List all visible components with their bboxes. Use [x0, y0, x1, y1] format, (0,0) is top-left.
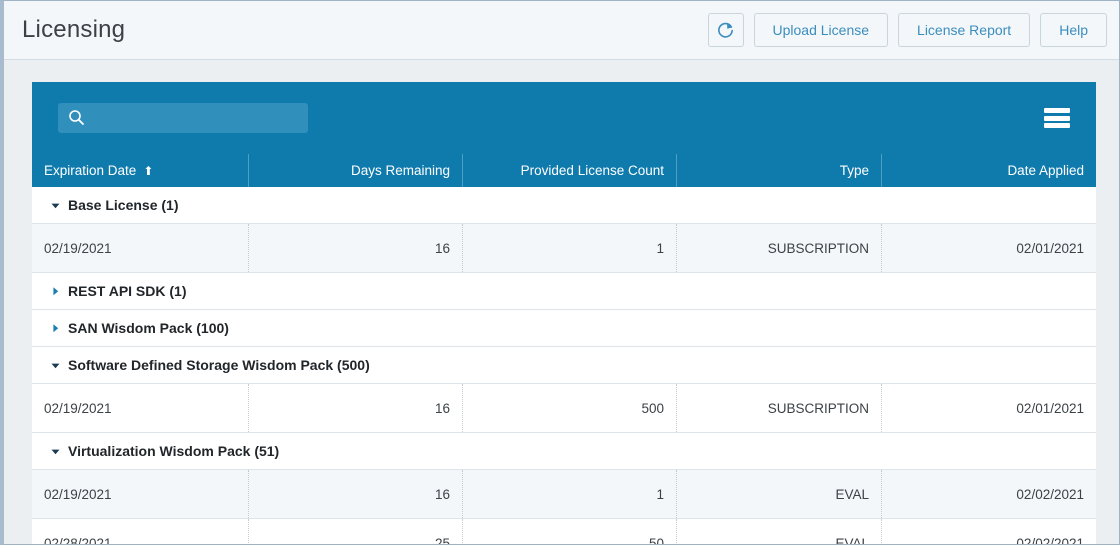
cell-type: SUBSCRIPTION	[677, 224, 882, 272]
cell-type: EVAL	[677, 470, 882, 518]
hamburger-bar-3	[1044, 123, 1070, 128]
chevron-down-icon[interactable]	[46, 356, 64, 374]
chevron-right-icon[interactable]	[46, 319, 64, 337]
license-report-button[interactable]: License Report	[898, 13, 1031, 47]
page-header: Licensing Upload License License Report …	[4, 1, 1119, 60]
cell-days-remaining: 25	[249, 519, 463, 544]
cell-type: EVAL	[677, 519, 882, 544]
cell-date-applied: 02/01/2021	[1016, 400, 1084, 416]
hamburger-menu-icon[interactable]	[1044, 108, 1070, 128]
group-row[interactable]: Base License (1)	[32, 187, 1096, 224]
cell-expiration-date: 02/19/2021	[32, 224, 249, 272]
cell-days-remaining: 16	[249, 224, 463, 272]
cell-expiration-date: 02/19/2021	[32, 384, 249, 432]
group-row-label: Software Defined Storage Wisdom Pack (50…	[68, 357, 370, 373]
column-header-label: Date Applied	[1007, 163, 1084, 178]
chevron-right-icon[interactable]	[46, 282, 64, 300]
hamburger-bar-2	[1044, 115, 1070, 121]
group-row[interactable]: REST API SDK (1)	[32, 273, 1096, 310]
cell-date-applied: 02/02/2021	[1016, 535, 1084, 545]
cell-license-count: 50	[463, 519, 677, 544]
page-title: Licensing	[22, 16, 126, 43]
cell-days-remaining: 16	[249, 384, 463, 432]
grid-toolbar	[32, 82, 1096, 154]
sort-ascending-icon: ⬆	[143, 163, 154, 178]
table-body: Base License (1) 02/19/2021 16 1 SUBSCRIPTIO…	[32, 187, 1096, 544]
column-header-label: Expiration Date	[44, 163, 137, 178]
refresh-icon	[716, 21, 735, 40]
column-header-label: Provided License Count	[520, 163, 664, 178]
licensing-page: Licensing Upload License License Report …	[0, 0, 1120, 545]
cell-license-count: 1	[463, 470, 677, 518]
table-row[interactable]: 02/19/2021 16 1 EVAL 02/02/2021	[32, 470, 1096, 519]
chevron-down-icon[interactable]	[46, 196, 64, 214]
cell-license-count: 1	[463, 224, 677, 272]
cell-license-count: 500	[463, 384, 677, 432]
table-row[interactable]: 02/28/2021 25 50 EVAL 02/02/2021	[32, 519, 1096, 544]
column-header-date-applied[interactable]: Date Applied	[882, 154, 1096, 187]
group-row[interactable]: Virtualization Wisdom Pack (51)	[32, 433, 1096, 470]
group-row[interactable]: SAN Wisdom Pack (100)	[32, 310, 1096, 347]
group-row-label: SAN Wisdom Pack (100)	[68, 320, 229, 336]
licenses-grid: Expiration Date ⬆ Days Remaining Provide…	[32, 82, 1096, 544]
upload-license-button[interactable]: Upload License	[753, 13, 889, 47]
group-row-label: Virtualization Wisdom Pack (51)	[68, 443, 280, 459]
table-row[interactable]: 02/19/2021 16 1 SUBSCRIPTION 02/01/2021	[32, 224, 1096, 273]
table-header-row: Expiration Date ⬆ Days Remaining Provide…	[32, 154, 1096, 187]
column-header-label: Type	[839, 163, 869, 178]
chevron-down-icon[interactable]	[46, 442, 64, 460]
column-header-label: Days Remaining	[350, 163, 450, 178]
cell-expiration-date: 02/28/2021	[32, 519, 249, 544]
cell-date-applied: 02/01/2021	[1016, 240, 1084, 256]
column-header-type[interactable]: Type	[677, 154, 882, 187]
column-header-provided-license-count[interactable]: Provided License Count	[463, 154, 677, 187]
content-panel: Expiration Date ⬆ Days Remaining Provide…	[4, 60, 1119, 544]
cell-type: SUBSCRIPTION	[677, 384, 882, 432]
group-row-label: Base License (1)	[68, 197, 179, 213]
search-input[interactable]	[58, 103, 308, 133]
group-row-label: REST API SDK (1)	[68, 283, 187, 299]
refresh-button[interactable]	[707, 13, 744, 47]
hamburger-bar-1	[1044, 108, 1070, 113]
cell-date-applied: 02/02/2021	[1016, 486, 1084, 502]
cell-days-remaining: 16	[249, 470, 463, 518]
help-button[interactable]: Help	[1040, 13, 1107, 47]
search-box[interactable]	[58, 103, 308, 133]
table-row[interactable]: 02/19/2021 16 500 SUBSCRIPTION 02/01/2021	[32, 384, 1096, 433]
header-actions: Upload License License Report Help	[707, 13, 1107, 47]
group-row[interactable]: Software Defined Storage Wisdom Pack (50…	[32, 347, 1096, 384]
cell-expiration-date: 02/19/2021	[32, 470, 249, 518]
column-header-expiration-date[interactable]: Expiration Date ⬆	[32, 154, 249, 187]
column-header-days-remaining[interactable]: Days Remaining	[249, 154, 463, 187]
